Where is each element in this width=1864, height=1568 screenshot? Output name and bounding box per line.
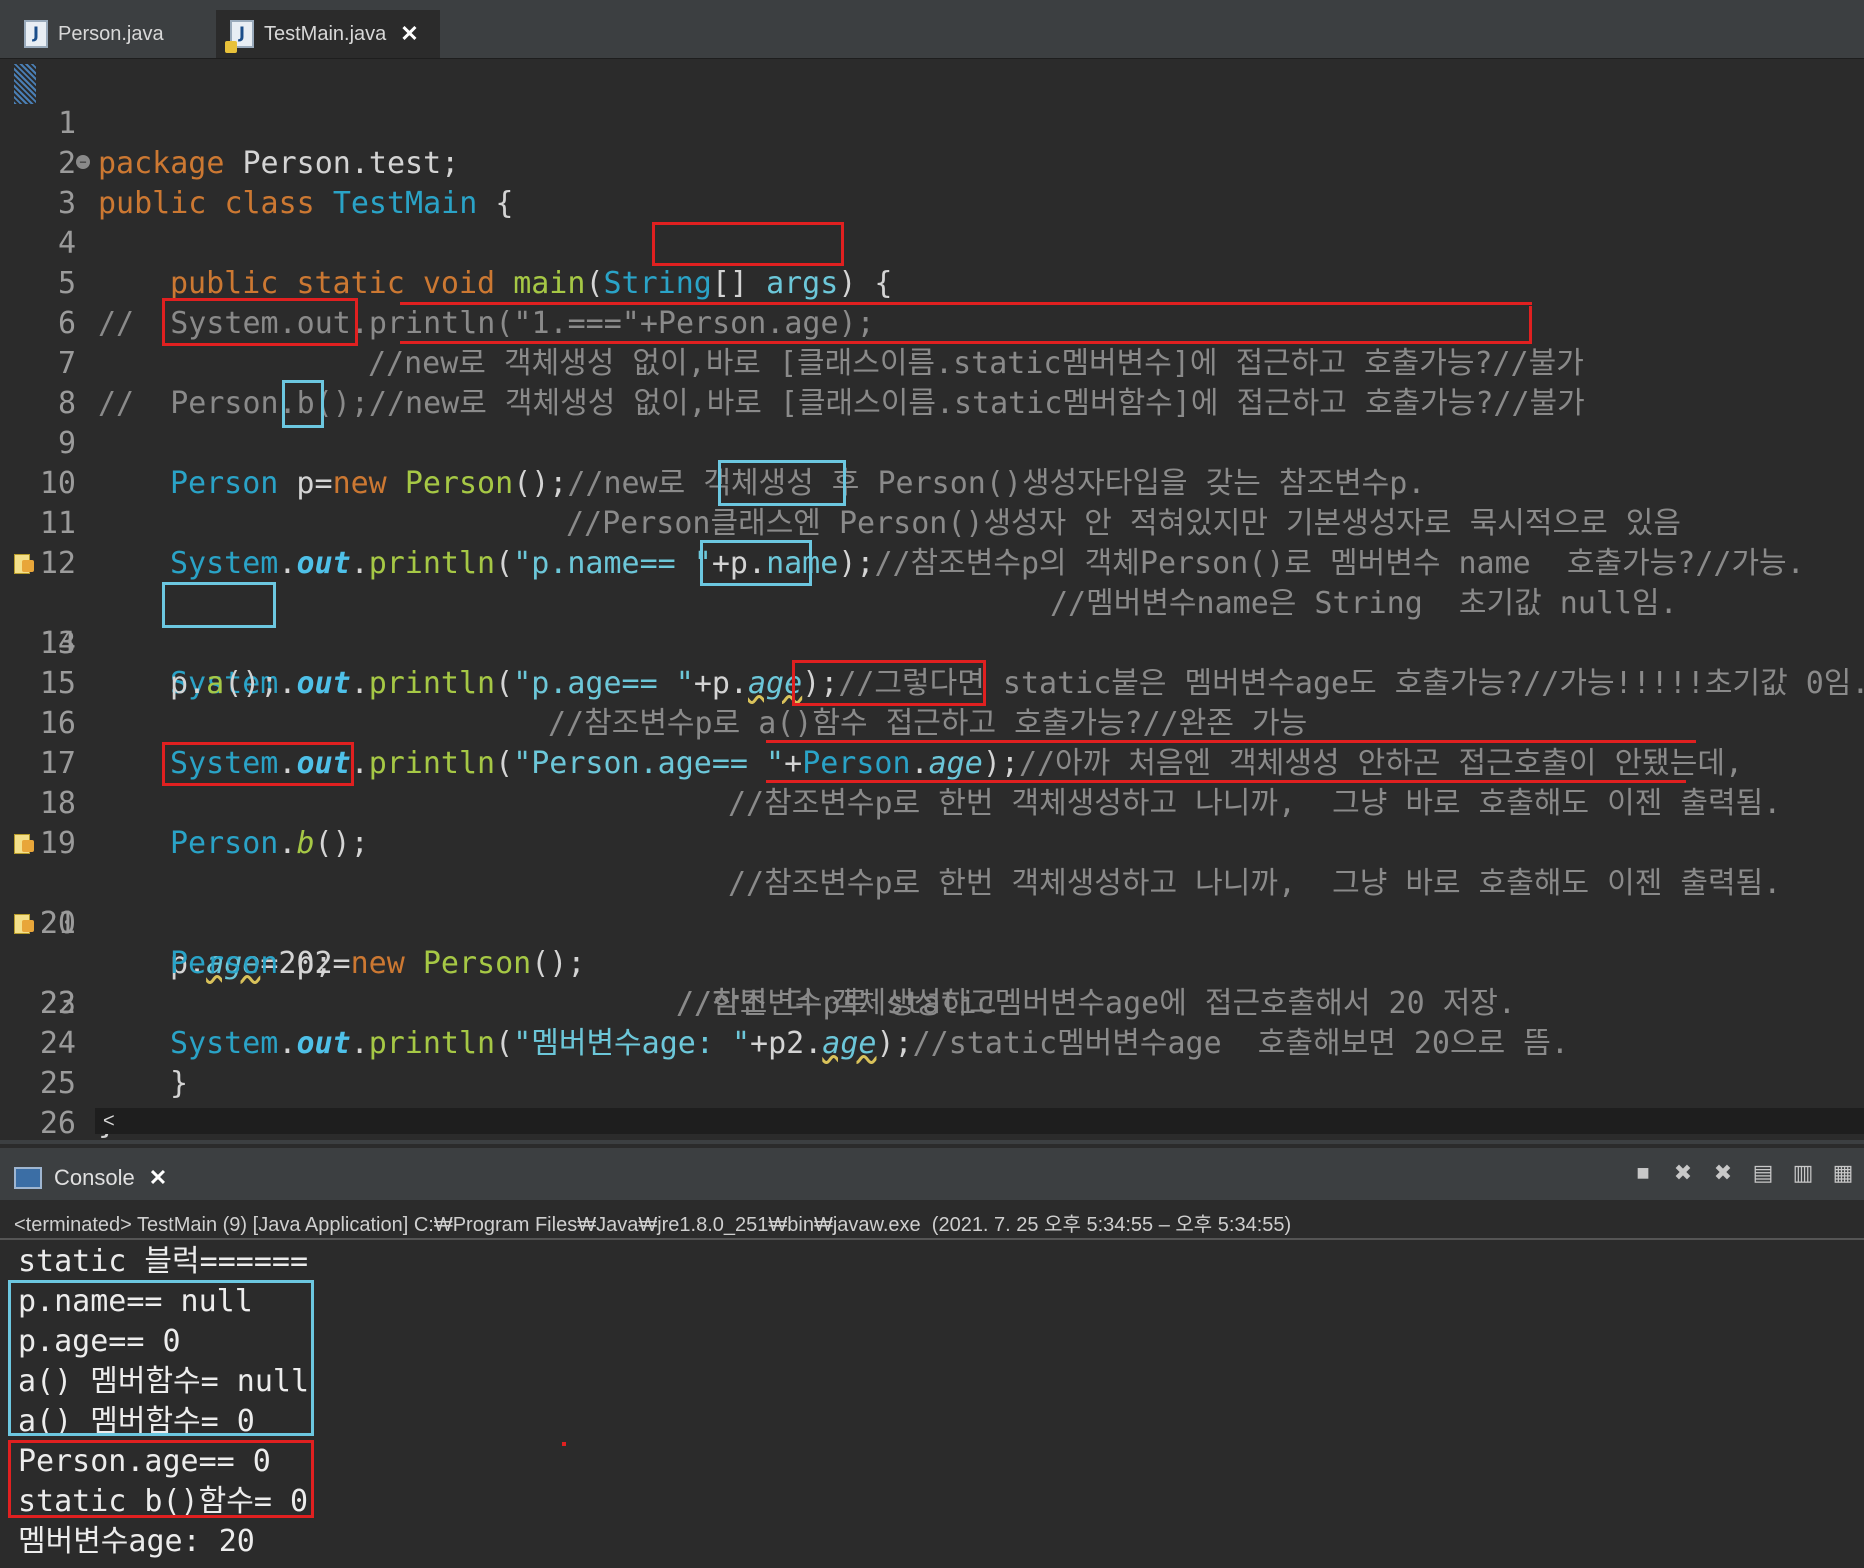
- code-line: 21 Person p2=new Person(); //한번 더 객체생성하고: [10, 864, 1864, 1021]
- horizontal-scrollbar[interactable]: <: [95, 1108, 1864, 1134]
- annotation-box-red: [792, 660, 986, 706]
- warning-icon[interactable]: [14, 910, 36, 936]
- warning-icon[interactable]: [14, 550, 36, 576]
- annotation-underline-red: [766, 740, 1696, 743]
- java-file-warning-icon: J: [225, 20, 254, 53]
- annotation-underline-red: [766, 780, 1686, 783]
- console-tab-bar: Console ✕ ■ ✖ ✖ ▤ ▥ ▦: [0, 1148, 1864, 1200]
- code-line: 23: [10, 944, 1864, 1021]
- tab-console[interactable]: Console ✕: [14, 1156, 167, 1200]
- console-output-line: static 블럭======: [18, 1244, 308, 1279]
- code-line: 11 System.out.println("p.name== "+p.name…: [10, 464, 1864, 581]
- annotation-box-red: [8, 1440, 314, 1518]
- annotation-box-red: [162, 298, 358, 346]
- word-wrap-icon[interactable]: ▦: [1830, 1160, 1856, 1186]
- code-line: 14 p.a(); //참조변수p로 a()함수 접근하고 호출가능?//완존 …: [10, 584, 1864, 741]
- annotation-box-cyan: [282, 380, 324, 428]
- tab-label: TestMain.java: [264, 22, 387, 45]
- code-line: 4: [10, 184, 1864, 261]
- scroll-left-icon[interactable]: <: [103, 1110, 115, 1132]
- annotation-box-cyan: [162, 582, 276, 628]
- code-line: 13 System.out.println("p.age== "+p.age);…: [10, 544, 1864, 701]
- tab-person-java[interactable]: J Person.java: [10, 10, 210, 58]
- code-editor[interactable]: 1 package Person.test; 2 public class Te…: [10, 60, 1864, 1141]
- annotation-box-red: [400, 306, 1532, 344]
- annotation-box-cyan: [8, 1280, 314, 1436]
- tab-testmain-java[interactable]: J TestMain.java ✕: [216, 10, 440, 58]
- code-line: 15: [10, 624, 1864, 701]
- close-icon[interactable]: ✕: [149, 1165, 167, 1191]
- code-line: 2 public class TestMain {: [10, 104, 1864, 221]
- console-output-line: 멤버변수age: 20: [18, 1524, 255, 1559]
- annotation-box-cyan: [700, 540, 812, 586]
- console-toolbar: ■ ✖ ✖ ▤ ▥ ▦: [1630, 1160, 1856, 1186]
- console-separator: [0, 1238, 1864, 1240]
- annotation-underline-red: [400, 302, 1532, 305]
- tab-label: Person.java: [58, 22, 164, 45]
- code-line: 3 − public static void main(String[] arg…: [10, 144, 1864, 301]
- code-line: 25 }: [10, 1024, 1864, 1141]
- code-line: 22 System.out.println("멤버변수age: "+p2.age…: [10, 904, 1864, 1061]
- code-line: 8: [10, 344, 1864, 421]
- editor-tab-bar: J Person.java J TestMain.java ✕: [0, 0, 1864, 59]
- console-status-line: <terminated> TestMain (9) [Java Applicat…: [14, 1214, 1292, 1236]
- clear-console-icon[interactable]: ▤: [1750, 1160, 1776, 1186]
- annotation-box-cyan: [718, 460, 846, 506]
- code-line: 1 package Person.test;: [10, 64, 1864, 181]
- annotation-box-red: [162, 742, 354, 786]
- warning-icon[interactable]: [14, 830, 36, 856]
- panel-divider[interactable]: [0, 1140, 1864, 1144]
- remove-all-terminated-icon[interactable]: ✖: [1710, 1160, 1736, 1186]
- annotation-dot-red: [562, 1442, 566, 1446]
- code-line: 5 // System.out.println("1.==="+Person.a…: [10, 224, 1864, 341]
- code-line: 20 p.age=20; //참조변수p로 static멤버변수age에 접근호…: [10, 824, 1864, 1021]
- annotation-box-red: [652, 222, 844, 266]
- java-file-icon: J: [24, 20, 48, 48]
- code-line: 24 }: [10, 984, 1864, 1101]
- code-line: 10 //Person클래스엔 Person()생성자 안 적혀있지만 기본생성…: [10, 424, 1864, 541]
- console-icon: [14, 1167, 42, 1189]
- close-icon[interactable]: ✕: [400, 21, 418, 47]
- code-line: 19: [10, 784, 1864, 861]
- code-line: 17 //참조변수p로 한번 객체생성하고 나니까, 그냥 바로 호출해도 이젠…: [10, 704, 1864, 821]
- line-number: 26: [39, 1106, 76, 1141]
- fold-collapse-icon[interactable]: −: [76, 155, 90, 169]
- terminate-icon[interactable]: ■: [1630, 1160, 1656, 1186]
- scroll-lock-icon[interactable]: ▥: [1790, 1160, 1816, 1186]
- code-line: 12 //멤버변수name은 String 초기값 null임.: [10, 504, 1864, 621]
- console-tab-label: Console: [54, 1165, 135, 1190]
- code-line: 26: [10, 1064, 1864, 1141]
- remove-launch-icon[interactable]: ✖: [1670, 1160, 1696, 1186]
